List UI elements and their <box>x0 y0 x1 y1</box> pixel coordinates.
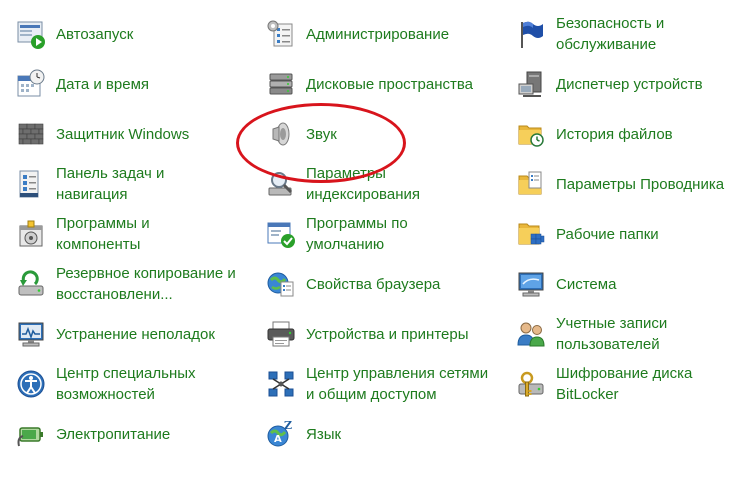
item-troubleshooting[interactable]: Устранение неполадок <box>14 312 215 356</box>
device-manager-icon <box>514 67 548 101</box>
security-maintenance-flag-icon <box>514 17 548 51</box>
item-windows-defender[interactable]: Защитник Windows <box>14 112 189 156</box>
item-explorer-options[interactable]: Параметры Проводника <box>514 162 724 206</box>
storage-spaces-icon <box>264 67 298 101</box>
item-storage-spaces[interactable]: Дисковые пространства <box>264 62 473 106</box>
item-label: Учетные записи пользователей <box>556 315 668 353</box>
programs-features-icon <box>14 217 48 251</box>
item-label: Устранение неполадок <box>56 325 215 343</box>
item-label: Дисковые пространства <box>306 75 474 93</box>
item-devices-printers[interactable]: Устройства и принтеры <box>264 312 468 356</box>
item-date-time[interactable]: Дата и время <box>14 62 149 106</box>
item-label: История файлов <box>556 125 673 143</box>
item-label: Панель задач и навигация <box>56 165 165 203</box>
item-administrative-tools[interactable]: Администрирование <box>264 12 449 56</box>
item-label: Свойства браузера <box>306 275 441 293</box>
item-indexing-options[interactable]: Параметры индексирования <box>264 162 420 206</box>
item-security-maintenance[interactable]: Безопасность и обслуживание <box>514 12 664 56</box>
item-label: Параметры Проводника <box>556 175 725 193</box>
item-power-options[interactable]: Электропитание <box>14 412 170 456</box>
devices-printers-icon <box>264 317 298 351</box>
item-label: Защитник Windows <box>56 125 190 143</box>
item-default-programs[interactable]: Программы по умолчанию <box>264 212 408 256</box>
item-label: Система <box>556 275 617 293</box>
control-panel-grid: Автозапуск Администрирование Безопасност… <box>0 0 739 498</box>
ease-of-access-icon <box>14 367 48 401</box>
item-label: Автозапуск <box>56 25 134 43</box>
backup-restore-icon <box>14 267 48 301</box>
item-language[interactable]: AZ Язык <box>264 412 341 456</box>
item-autoplay[interactable]: Автозапуск <box>14 12 133 56</box>
item-device-manager[interactable]: Диспетчер устройств <box>514 62 703 106</box>
indexing-options-icon <box>264 167 298 201</box>
item-label: Резервное копирование и восстановлени... <box>56 265 236 303</box>
item-taskbar-navigation[interactable]: Панель задач и навигация <box>14 162 164 206</box>
language-icon: AZ <box>264 417 298 451</box>
default-programs-icon <box>264 217 298 251</box>
internet-options-icon <box>264 267 298 301</box>
item-system[interactable]: Система <box>514 262 616 306</box>
taskbar-navigation-icon <box>14 167 48 201</box>
item-label: Язык <box>306 425 342 443</box>
item-file-history[interactable]: История файлов <box>514 112 673 156</box>
system-icon <box>514 267 548 301</box>
work-folders-icon <box>514 217 548 251</box>
windows-defender-wall-icon <box>14 117 48 151</box>
item-label: Рабочие папки <box>556 225 659 243</box>
date-time-icon <box>14 67 48 101</box>
item-label: Центр управления сетями и общим доступом <box>306 365 489 403</box>
item-label: Устройства и принтеры <box>306 325 469 343</box>
item-backup-restore[interactable]: Резервное копирование и восстановлени... <box>14 262 236 306</box>
item-label: Программы по умолчанию <box>306 215 408 253</box>
item-label: Центр специальных возможностей <box>56 365 196 403</box>
item-work-folders[interactable]: Рабочие папки <box>514 212 659 256</box>
file-history-icon <box>514 117 548 151</box>
svg-text:A: A <box>274 434 282 445</box>
item-label: Дата и время <box>56 75 150 93</box>
item-ease-of-access[interactable]: Центр специальных возможностей <box>14 362 196 406</box>
user-accounts-icon <box>514 317 548 351</box>
item-label: Безопасность и обслуживание <box>556 15 665 53</box>
item-sound[interactable]: Звук <box>264 112 337 156</box>
item-internet-options[interactable]: Свойства браузера <box>264 262 440 306</box>
item-network-sharing[interactable]: Центр управления сетями и общим доступом <box>264 362 488 406</box>
autoplay-icon <box>14 17 48 51</box>
item-label: Диспетчер устройств <box>556 75 703 93</box>
power-options-icon <box>14 417 48 451</box>
explorer-options-icon <box>514 167 548 201</box>
administrative-tools-icon <box>264 17 298 51</box>
item-user-accounts[interactable]: Учетные записи пользователей <box>514 312 667 356</box>
item-label: Программы и компоненты <box>56 215 150 253</box>
item-label: Электропитание <box>56 425 171 443</box>
item-programs-features[interactable]: Программы и компоненты <box>14 212 150 256</box>
item-label: Звук <box>306 125 337 143</box>
network-sharing-icon <box>264 367 298 401</box>
item-label: Шифрование диска BitLocker <box>556 365 693 403</box>
item-label: Администрирование <box>306 25 450 43</box>
troubleshooting-icon <box>14 317 48 351</box>
item-label: Параметры индексирования <box>306 165 420 203</box>
bitlocker-icon <box>514 367 548 401</box>
svg-text:Z: Z <box>284 419 292 432</box>
item-bitlocker[interactable]: Шифрование диска BitLocker <box>514 362 692 406</box>
speaker-icon <box>264 117 298 151</box>
